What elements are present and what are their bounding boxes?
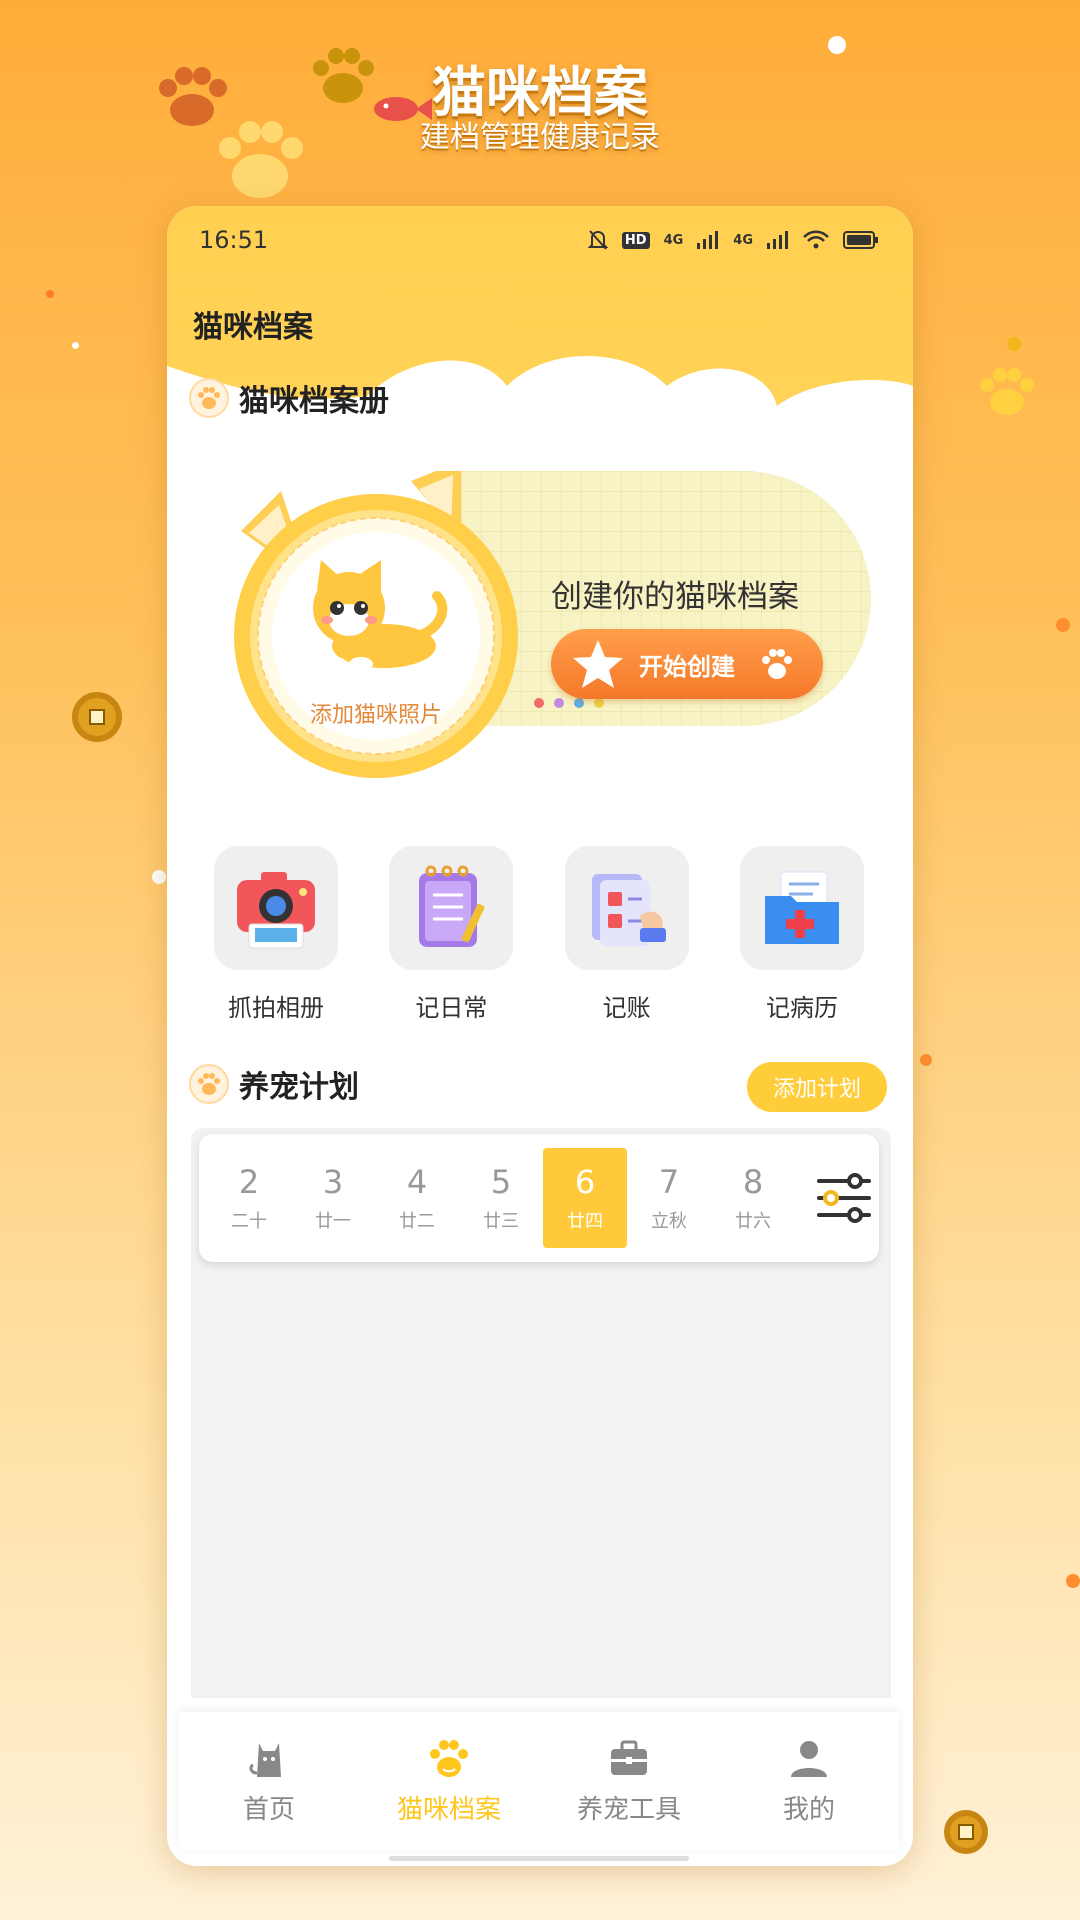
date-number: 5 bbox=[490, 1163, 512, 1201]
network-4g-label: 4G bbox=[663, 232, 684, 248]
date-number: 7 bbox=[658, 1163, 680, 1201]
notebook-icon bbox=[389, 846, 514, 970]
decoration-dot bbox=[72, 342, 79, 349]
date-cell[interactable]: 2 二十 bbox=[207, 1148, 291, 1248]
date-cell[interactable]: 7 立秋 bbox=[627, 1148, 711, 1248]
start-create-button[interactable]: 开始创建 bbox=[551, 629, 823, 699]
status-bar: 16:51 HD 4G 4G bbox=[167, 220, 913, 260]
plan-area: 2 二十 3 廿一 4 廿二 5 廿三 6 廿四 7 立秋 8 廿六 bbox=[191, 1128, 891, 1698]
tool-grid: 抓拍相册 记日常 记账 记病历 bbox=[189, 846, 889, 1023]
tool-photo-album[interactable]: 抓拍相册 bbox=[189, 846, 363, 1023]
paw-decoration-icon bbox=[219, 121, 303, 198]
date-cell[interactable]: 8 廿六 bbox=[711, 1148, 795, 1248]
nav-label: 首页 bbox=[242, 1794, 295, 1825]
lunar-date: 廿一 bbox=[315, 1211, 351, 1232]
add-plan-button[interactable]: 添加计划 bbox=[747, 1062, 887, 1112]
coin-decoration-icon bbox=[944, 1810, 988, 1854]
add-cat-photo-label: 添加猫咪照片 bbox=[309, 703, 442, 728]
tool-label: 记账 bbox=[602, 994, 651, 1022]
paw-icon bbox=[762, 649, 792, 679]
coin-decoration-icon bbox=[72, 692, 122, 742]
paw-badge-icon bbox=[189, 1064, 229, 1104]
decoration-dot bbox=[1066, 1574, 1080, 1588]
fish-decoration-icon bbox=[374, 97, 432, 121]
bottom-navigation: 首页 猫咪档案 养宠工具 我的 bbox=[179, 1712, 899, 1850]
tool-label: 抓拍相册 bbox=[228, 994, 324, 1022]
paw-decoration-icon bbox=[313, 48, 374, 103]
decoration-dot bbox=[1007, 337, 1021, 351]
status-time: 16:51 bbox=[199, 226, 269, 254]
phone-screen: 16:51 HD 4G 4G 猫咪档案 猫咪档案册 创建你的猫咪档案 开始创建 bbox=[167, 206, 913, 1866]
date-number: 3 bbox=[322, 1163, 344, 1201]
star-icon bbox=[573, 640, 623, 688]
nav-profile[interactable]: 我的 bbox=[724, 1737, 894, 1826]
nav-pet-tools[interactable]: 养宠工具 bbox=[544, 1737, 714, 1826]
nav-label: 我的 bbox=[782, 1794, 835, 1825]
signal-icon bbox=[697, 231, 719, 249]
start-create-label: 开始创建 bbox=[639, 652, 735, 681]
decoration-dot bbox=[828, 36, 846, 54]
archive-section-header: 猫咪档案册 bbox=[189, 376, 389, 420]
date-cell[interactable]: 4 廿二 bbox=[375, 1148, 459, 1248]
create-archive-prompt: 创建你的猫咪档案 bbox=[551, 579, 799, 615]
decoration-dot bbox=[46, 290, 54, 298]
nav-cat-archive[interactable]: 猫咪档案 bbox=[364, 1737, 534, 1826]
paw-decoration-icon bbox=[980, 368, 1034, 415]
lunar-date: 二十 bbox=[231, 1211, 267, 1232]
archive-section-title: 猫咪档案册 bbox=[239, 384, 389, 419]
home-indicator bbox=[389, 1856, 689, 1861]
nav-label: 猫咪档案 bbox=[396, 1794, 501, 1825]
date-number: 2 bbox=[238, 1163, 260, 1201]
lunar-date: 廿二 bbox=[399, 1211, 435, 1232]
filter-sliders-icon[interactable] bbox=[817, 1173, 871, 1223]
tool-label: 记病历 bbox=[765, 994, 838, 1022]
date-cell[interactable]: 3 廿一 bbox=[291, 1148, 375, 1248]
tool-daily-notes[interactable]: 记日常 bbox=[364, 846, 538, 1023]
paw-icon bbox=[430, 1739, 468, 1777]
date-cell-selected[interactable]: 6 廿四 bbox=[543, 1148, 627, 1248]
cat-icon bbox=[249, 1742, 281, 1777]
tool-label: 记日常 bbox=[415, 994, 488, 1022]
nav-label: 养宠工具 bbox=[576, 1794, 681, 1825]
date-strip: 2 二十 3 廿一 4 廿二 5 廿三 6 廿四 7 立秋 8 廿六 bbox=[199, 1134, 879, 1262]
lunar-date: 廿三 bbox=[483, 1211, 519, 1232]
date-number: 6 bbox=[574, 1163, 596, 1201]
cat-photo-upload[interactable]: 添加猫咪照片 bbox=[221, 471, 531, 781]
signal-icon bbox=[767, 231, 788, 249]
paw-badge-icon bbox=[189, 378, 229, 418]
archive-card: 创建你的猫咪档案 开始创建 添加猫咪照片 bbox=[191, 421, 891, 791]
battery-icon bbox=[843, 231, 878, 249]
ledger-icon bbox=[564, 846, 689, 970]
date-number: 8 bbox=[742, 1163, 764, 1201]
user-icon bbox=[791, 1740, 827, 1777]
decoration-dot bbox=[152, 870, 166, 884]
lunar-date: 廿四 bbox=[567, 1211, 603, 1232]
plan-section-header: 养宠计划 bbox=[189, 1062, 359, 1106]
lunar-date: 立秋 bbox=[651, 1211, 687, 1232]
bell-off-icon bbox=[587, 230, 608, 250]
plan-section-title: 养宠计划 bbox=[239, 1070, 359, 1105]
wifi-icon bbox=[803, 230, 829, 249]
date-number: 4 bbox=[406, 1163, 428, 1201]
lunar-date: 廿六 bbox=[735, 1211, 771, 1232]
app-title: 猫咪档案 bbox=[193, 310, 313, 345]
network-4g-label: 4G bbox=[733, 232, 753, 248]
cat-illustration-icon bbox=[313, 560, 448, 671]
medical-folder-icon bbox=[739, 846, 864, 970]
toolbox-icon bbox=[611, 1740, 647, 1775]
decoration-dot bbox=[920, 1054, 932, 1066]
status-icons: HD 4G 4G bbox=[587, 229, 879, 251]
camera-icon bbox=[214, 846, 338, 970]
tool-medical-record[interactable]: 记病历 bbox=[715, 846, 889, 1023]
date-cell[interactable]: 5 廿三 bbox=[459, 1148, 543, 1248]
decoration-dot bbox=[1056, 618, 1070, 632]
tool-ledger[interactable]: 记账 bbox=[540, 846, 714, 1023]
nav-home[interactable]: 首页 bbox=[184, 1737, 354, 1826]
hd-badge: HD bbox=[621, 231, 650, 249]
